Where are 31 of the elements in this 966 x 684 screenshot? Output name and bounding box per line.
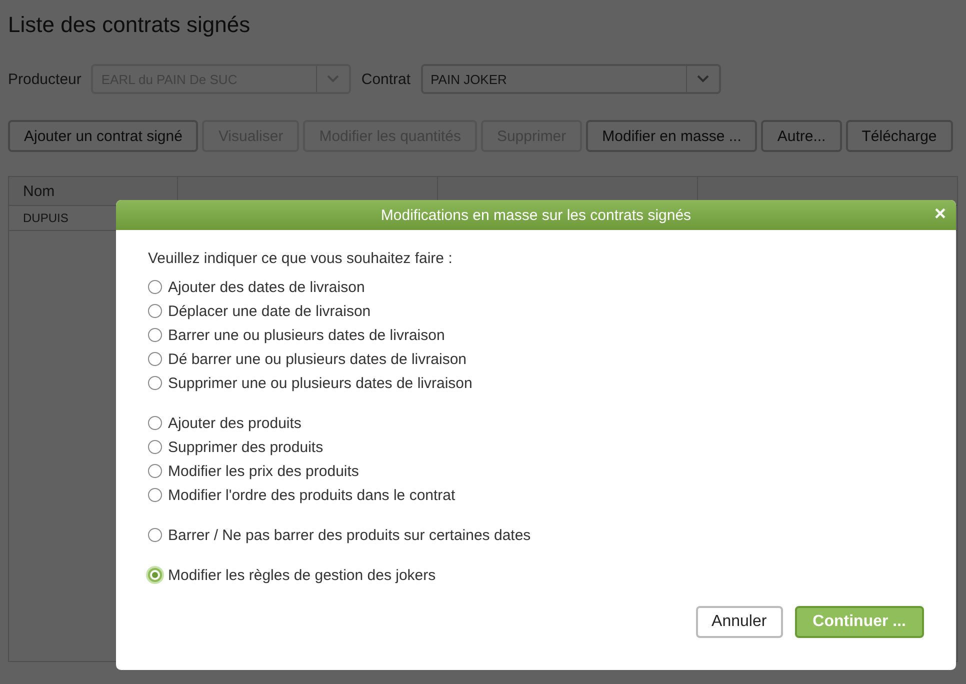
radio-button[interactable] [148,304,162,318]
radio-button[interactable] [148,440,162,454]
radio-button[interactable] [148,376,162,390]
option-label[interactable]: Modifier l'ordre des produits dans le contrat [168,486,456,504]
radio-button[interactable] [148,488,162,502]
option-label[interactable]: Ajouter des dates de livraison [168,278,365,296]
radio-button[interactable] [148,280,162,294]
radio-button[interactable] [148,352,162,366]
radio-button[interactable] [148,568,162,582]
option-label[interactable]: Supprimer des produits [168,438,324,456]
radio-button[interactable] [148,328,162,342]
option-label[interactable]: Modifier les prix des produits [168,462,359,480]
filter-label: Contrat [361,70,411,88]
caret-icon [696,75,709,83]
radio-button[interactable] [148,464,162,478]
option-label[interactable]: Dé barrer une ou plusieurs dates de livraison [168,350,466,368]
radio-button[interactable] [148,416,162,430]
column-header: Nom [8,176,178,206]
caret-icon [327,75,340,83]
option-label[interactable]: Supprimer une ou plusieurs dates de livraison [168,374,472,392]
option-label[interactable]: Déplacer une date de livraison [168,302,371,320]
radio-button[interactable] [148,528,162,542]
page-title: Liste des contrats signés [8,12,252,38]
prompt-text: Veuillez indiquer ce que vous souhaitez faire : [148,250,454,267]
dialog-title: Modifications en masse sur les contrats signés [380,206,692,224]
option-label[interactable]: Barrer / Ne pas barrer des produits sur certaines dates [168,526,531,544]
option-label[interactable]: Ajouter des produits [168,414,302,432]
option-label[interactable]: Barrer une ou plusieurs dates de livraison [168,326,445,344]
filter-label: Producteur [8,70,82,88]
cancel-button[interactable]: Annuler [696,606,783,638]
option-label[interactable]: Modifier les règles de gestion des jokers [168,566,436,584]
